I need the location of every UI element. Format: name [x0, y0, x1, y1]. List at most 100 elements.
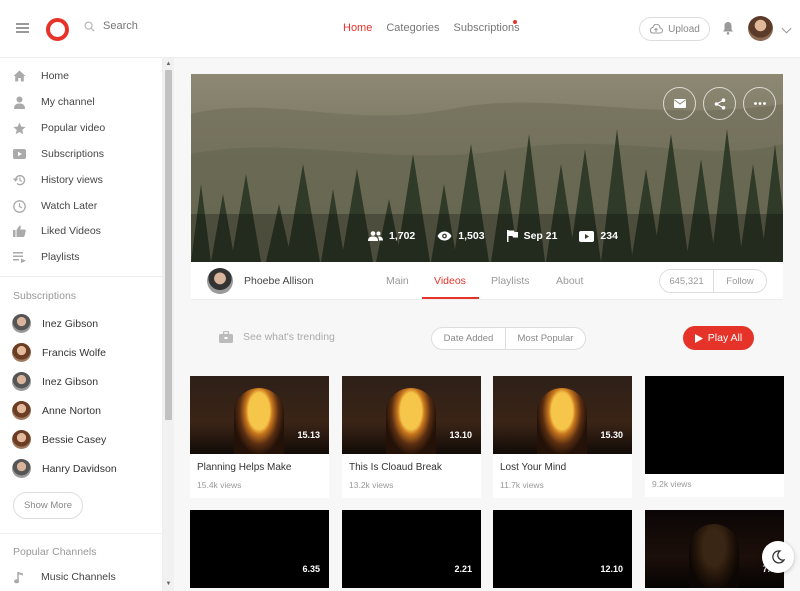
- sidebar-item-subscriptions[interactable]: Subscriptions: [12, 144, 104, 164]
- thumbs-up-icon: [12, 225, 26, 237]
- nav-categories[interactable]: Categories: [386, 22, 439, 34]
- play-all-button[interactable]: Play All: [683, 326, 754, 350]
- video-views: 9.2k views: [652, 479, 692, 489]
- video-duration: 15.30: [600, 430, 623, 440]
- video-title[interactable]: Planning Helps Make: [190, 454, 329, 476]
- sidebar-item-history-views[interactable]: History views: [12, 170, 103, 190]
- subscription-item[interactable]: Francis Wolfe: [12, 343, 106, 362]
- video-views: 13.2k views: [349, 480, 394, 490]
- trending-link[interactable]: See what's trending: [219, 331, 335, 343]
- video-card[interactable]: 2.21: [342, 510, 481, 588]
- video-thumbnail[interactable]: 2.21: [342, 510, 481, 588]
- top-nav: Home Categories Subscriptions: [343, 22, 520, 34]
- jukebox-image: [689, 524, 739, 588]
- sort-most-popular-button[interactable]: Most Popular: [506, 328, 585, 349]
- video-title[interactable]: Lost Your Mind: [493, 454, 632, 476]
- active-tab-indicator: [422, 297, 479, 299]
- tab-videos[interactable]: Videos: [434, 275, 466, 287]
- menu-icon[interactable]: [16, 23, 29, 33]
- subscription-item[interactable]: Bessie Casey: [12, 430, 106, 449]
- sidebar-item-home[interactable]: Home: [12, 66, 69, 86]
- subscription-name: Inez Gibson: [42, 375, 99, 388]
- scroll-up-icon[interactable]: ▲: [164, 61, 173, 69]
- sidebar-item-label: Watch Later: [41, 200, 98, 212]
- mail-icon: [673, 99, 686, 108]
- sort-date-added-button[interactable]: Date Added: [432, 328, 506, 349]
- share-button[interactable]: [703, 87, 736, 120]
- scrollbar-thumb[interactable]: [165, 70, 172, 420]
- sidebar-item-playlists[interactable]: Playlists: [12, 247, 80, 267]
- video-thumbnail[interactable]: 15.13: [190, 376, 329, 454]
- sort-control: Date Added Most Popular: [431, 327, 586, 350]
- logo[interactable]: [46, 18, 69, 41]
- scroll-down-icon[interactable]: ▼: [164, 581, 173, 589]
- subscription-name: Francis Wolfe: [42, 346, 106, 359]
- sidebar-divider: [0, 276, 162, 277]
- jukebox-image: [234, 388, 284, 454]
- sidebar-item-music-channels[interactable]: Music Channels: [12, 567, 116, 587]
- sidebar-item-liked-videos[interactable]: Liked Videos: [12, 221, 101, 241]
- subscription-item[interactable]: Inez Gibson: [12, 314, 98, 333]
- user-icon: [12, 96, 26, 109]
- video-title[interactable]: This Is Cloaud Break: [342, 454, 481, 476]
- subscription-item[interactable]: Anne Norton: [12, 401, 101, 420]
- tab-about[interactable]: About: [556, 275, 583, 287]
- subscribers-count: 1,702: [389, 230, 416, 242]
- play-icon: [694, 333, 703, 343]
- sidebar-item-label: Subscriptions: [41, 148, 105, 160]
- message-button[interactable]: [663, 87, 696, 120]
- tab-playlists[interactable]: Playlists: [491, 275, 530, 287]
- upload-button[interactable]: Upload: [639, 17, 710, 41]
- sidebar-item-popular-video[interactable]: Popular video: [12, 118, 105, 138]
- notification-dot: [513, 20, 517, 24]
- user-avatar[interactable]: [748, 16, 773, 41]
- tab-main[interactable]: Main: [386, 275, 409, 287]
- channel-avatar[interactable]: [207, 268, 233, 294]
- sidebar-item-watch-later[interactable]: Watch Later: [12, 196, 97, 216]
- nav-subscriptions[interactable]: Subscriptions: [454, 22, 520, 34]
- avatar: [12, 401, 31, 420]
- video-card[interactable]: 12.10: [493, 510, 632, 588]
- nav-home[interactable]: Home: [343, 22, 372, 34]
- video-card[interactable]: 13.10 This Is Cloaud Break 13.2k views: [342, 376, 481, 498]
- search-box[interactable]: [84, 20, 193, 32]
- channel-name[interactable]: Phoebe Allison: [244, 275, 313, 287]
- follow-button[interactable]: Follow: [714, 270, 766, 292]
- video-thumbnail[interactable]: 13.10: [342, 376, 481, 454]
- video-play-icon: [579, 230, 595, 242]
- video-thumbnail[interactable]: [645, 376, 784, 474]
- subscription-name: Anne Norton: [42, 404, 101, 417]
- subscription-item[interactable]: Hanry Davidson: [12, 459, 117, 478]
- avatar: [12, 343, 31, 362]
- follow-control: 645,321 Follow: [659, 269, 767, 293]
- video-thumbnail[interactable]: 12.10: [493, 510, 632, 588]
- subscriptions-section-title: Subscriptions: [13, 290, 77, 302]
- sidebar-item-my-channel[interactable]: My channel: [12, 92, 95, 112]
- dark-mode-toggle[interactable]: [762, 541, 794, 573]
- playlist-icon: [12, 251, 26, 263]
- views-stat: 1,503: [437, 230, 485, 242]
- subscription-name: Hanry Davidson: [42, 462, 117, 475]
- avatar: [12, 459, 31, 478]
- video-card[interactable]: 9.2k views: [645, 376, 784, 497]
- history-icon: [12, 174, 26, 186]
- flag-icon: [506, 230, 518, 242]
- bell-icon[interactable]: [722, 21, 734, 40]
- follower-count: 645,321: [660, 270, 714, 292]
- music-note-icon: [12, 571, 26, 584]
- joined-date: Sep 21: [523, 230, 558, 242]
- people-icon: [368, 231, 383, 241]
- show-more-button[interactable]: Show More: [13, 492, 83, 519]
- subscription-item[interactable]: Inez Gibson: [12, 372, 98, 391]
- video-thumbnail[interactable]: 6.35: [190, 510, 329, 588]
- video-card[interactable]: 15.30 Lost Your Mind 11.7k views: [493, 376, 632, 498]
- video-duration: 12.10: [600, 564, 623, 574]
- more-options-button[interactable]: [743, 87, 776, 120]
- video-views: 11.7k views: [500, 480, 544, 490]
- sidebar-item-label: My channel: [41, 96, 95, 108]
- search-input[interactable]: [103, 20, 193, 32]
- videos-stat: 234: [579, 230, 618, 242]
- video-card[interactable]: 6.35: [190, 510, 329, 588]
- video-card[interactable]: 15.13 Planning Helps Make 15.4k views: [190, 376, 329, 498]
- video-thumbnail[interactable]: 15.30: [493, 376, 632, 454]
